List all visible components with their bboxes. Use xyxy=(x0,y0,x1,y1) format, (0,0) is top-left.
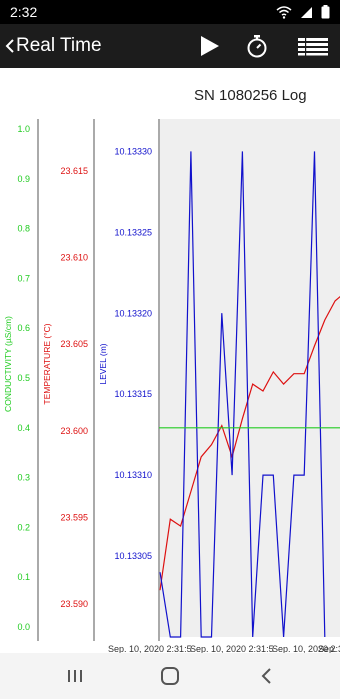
x-tick-label: Sep. 10, 2020 2:31:5 xyxy=(318,644,340,653)
conductivity-tick-label: 0.0 xyxy=(17,622,30,632)
level-tick-label: 10.13305 xyxy=(114,551,152,561)
level-tick-label: 10.13320 xyxy=(114,308,152,318)
conductivity-axis-title: CONDUCTIVITY (µS/cm) xyxy=(3,316,13,412)
conductivity-tick-label: 0.5 xyxy=(17,373,30,383)
conductivity-tick-label: 0.4 xyxy=(17,423,30,433)
home-icon[interactable] xyxy=(155,663,185,689)
temperature-tick-label: 23.610 xyxy=(60,253,88,263)
level-axis-title: LEVEL (m) xyxy=(98,343,108,384)
temperature-tick-label: 23.605 xyxy=(60,339,88,349)
conductivity-tick-label: 0.6 xyxy=(17,323,30,333)
log-chart[interactable]: 0.0 0.1 0.2 0.3 0.4 0.5 0.6 0.7 0.8 0.9 1.0 CONDUCT… xyxy=(0,68,340,653)
play-icon[interactable] xyxy=(194,31,224,61)
level-tick-label: 10.13310 xyxy=(114,470,152,480)
app-title: Real Time xyxy=(16,35,102,56)
conductivity-tick-label: 0.9 xyxy=(17,174,30,184)
conductivity-tick-label: 0.3 xyxy=(17,473,30,483)
chart-area: SN 1080256 Log 0.0 0.1 0.2 0.3 0.4 0.5 0.6 0.7 0… xyxy=(0,68,340,653)
conductivity-tick-label: 0.7 xyxy=(17,273,30,283)
temperature-tick-label: 23.615 xyxy=(60,166,88,176)
conductivity-tick-label: 0.2 xyxy=(17,522,30,532)
x-tick-label: Sep. 10, 2020 2:31:5 xyxy=(190,644,274,653)
list-view-icon[interactable] xyxy=(296,33,330,59)
nav-back-icon[interactable] xyxy=(252,663,282,689)
temperature-tick-label: 23.595 xyxy=(60,512,88,522)
x-tick-label: Sep. 10, 2020 2:31:5 xyxy=(108,644,192,653)
conductivity-tick-label: 0.8 xyxy=(17,224,30,234)
status-time: 2:32 xyxy=(10,4,38,20)
battery-icon xyxy=(321,5,330,19)
level-tick-label: 10.13325 xyxy=(114,227,152,237)
status-bar: 2:32 xyxy=(0,0,340,24)
signal-icon xyxy=(301,6,312,18)
conductivity-tick-label: 1.0 xyxy=(17,124,30,134)
conductivity-tick-label: 0.1 xyxy=(17,572,30,582)
temperature-tick-label: 23.590 xyxy=(60,599,88,609)
wifi-icon xyxy=(276,6,292,19)
stopwatch-icon[interactable] xyxy=(242,31,272,61)
nav-bar xyxy=(0,653,340,699)
temperature-axis-title: TEMPERATURE (°C) xyxy=(42,323,52,404)
back-chevron-icon[interactable] xyxy=(3,35,17,57)
level-tick-label: 10.13330 xyxy=(114,146,152,156)
temperature-tick-label: 23.600 xyxy=(60,426,88,436)
recent-apps-icon[interactable] xyxy=(60,663,90,689)
app-bar: Real Time xyxy=(0,24,340,68)
level-tick-label: 10.13315 xyxy=(114,389,152,399)
